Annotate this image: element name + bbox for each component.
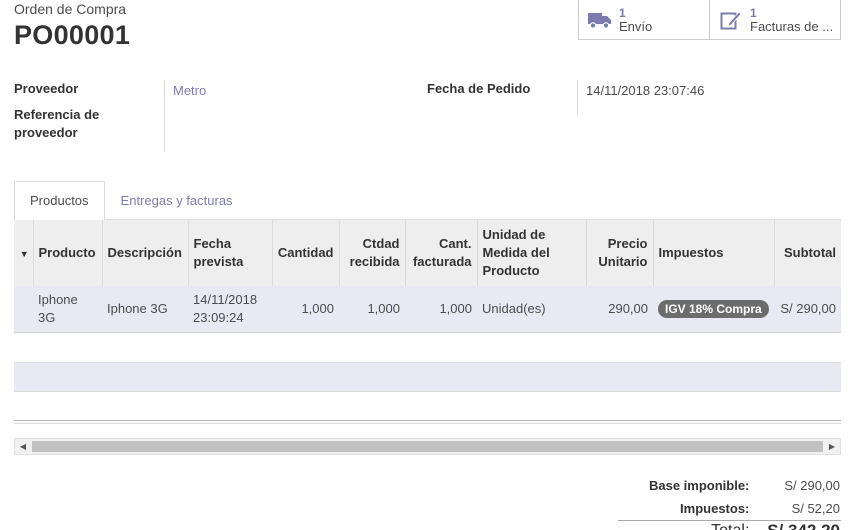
col-header-cant-facturada[interactable]: Cant. facturada xyxy=(405,220,478,286)
empty-table-row xyxy=(14,362,841,392)
base-amount-value: S/ 290,00 xyxy=(784,478,840,493)
cell-unidad-medida[interactable]: Unidad(es) xyxy=(477,286,586,333)
doc-type-label: Orden de Compra xyxy=(14,1,127,17)
tab-products[interactable]: Productos xyxy=(14,181,105,221)
base-amount-label: Base imponible: xyxy=(648,478,750,493)
collapse-column[interactable]: ▼ xyxy=(14,220,34,286)
edit-icon xyxy=(718,7,744,33)
field-divider xyxy=(577,80,578,116)
cell-producto[interactable]: Iphone 3G xyxy=(33,286,102,333)
total-amount-label: Total: xyxy=(600,519,763,530)
vendor-label: Proveedor xyxy=(14,81,79,96)
page-title: PO00001 xyxy=(14,20,131,50)
field-divider xyxy=(164,80,165,152)
col-header-subtotal[interactable]: Subtotal xyxy=(774,220,841,286)
cell-impuestos[interactable]: IGV 18% Compra xyxy=(653,286,774,333)
table-row[interactable]: Iphone 3G Iphone 3G 14/11/2018 23:09:24 … xyxy=(14,286,841,333)
col-header-impuestos[interactable]: Impuestos xyxy=(653,220,775,286)
totals-summary: Base imponible: S/ 290,00 Impuestos: S/ … xyxy=(600,474,840,520)
cell-fecha-prevista[interactable]: 14/11/2018 23:09:24 xyxy=(188,286,272,333)
col-header-descripcion[interactable]: Descripción xyxy=(102,220,189,286)
col-header-unidad-medida[interactable]: Unidad de Medida del Producto xyxy=(477,220,587,286)
total-amount-value: S/ 342,20 xyxy=(763,519,840,530)
cell-cantidad[interactable]: 1,000 xyxy=(272,286,339,333)
shipment-label: Envío xyxy=(619,19,653,34)
cell-cant-facturada[interactable]: 1,000 xyxy=(405,286,477,333)
vendor-bills-smart-button[interactable]: 1 Facturas de ... xyxy=(710,0,840,39)
notebook-tabs: Productos Entregas y facturas xyxy=(14,181,249,221)
cell-subtotal[interactable]: S/ 290,00 xyxy=(774,286,841,333)
scrollbar-thumb[interactable] xyxy=(32,441,823,452)
table-footer-divider xyxy=(14,423,841,424)
vendor-link[interactable]: Metro xyxy=(173,83,206,98)
vendor-reference-label: Referencia de proveedor xyxy=(14,107,100,140)
truck-icon xyxy=(587,7,613,33)
col-header-producto[interactable]: Producto xyxy=(33,220,103,286)
caret-down-icon[interactable]: ▼ xyxy=(20,249,29,259)
tax-badge: IGV 18% Compra xyxy=(658,299,769,318)
cell-precio-unitario[interactable]: 290,00 xyxy=(586,286,653,333)
horizontal-scrollbar[interactable]: ◀ ▶ xyxy=(14,438,841,455)
table-header-row: ▼ Producto Descripción Fecha prevista Ca… xyxy=(14,220,841,286)
order-date-label: Fecha de Pedido xyxy=(427,81,531,96)
col-header-ctdad-recibida[interactable]: Ctdad recibida xyxy=(339,220,406,286)
tax-amount-value: S/ 52,20 xyxy=(791,501,840,516)
vendor-bills-count: 1 xyxy=(750,5,757,20)
scroll-right-arrow-icon[interactable]: ▶ xyxy=(824,439,840,454)
row-spacer-cell xyxy=(14,286,33,333)
vendor-bills-label: Facturas de ... xyxy=(750,19,834,34)
col-header-precio-unitario[interactable]: Precio Unitario xyxy=(586,220,654,286)
tax-amount-label: Impuestos: xyxy=(680,501,750,516)
cell-ctdad-recibida[interactable]: 1,000 xyxy=(339,286,405,333)
base-amount-row: Base imponible: S/ 290,00 xyxy=(600,474,840,497)
col-header-fecha-prevista[interactable]: Fecha prevista xyxy=(188,220,273,286)
tab-deliveries-invoices[interactable]: Entregas y facturas xyxy=(105,181,249,221)
tax-amount-row: Impuestos: S/ 52,20 xyxy=(600,497,840,520)
col-header-cantidad[interactable]: Cantidad xyxy=(272,220,340,286)
order-date-value: 14/11/2018 23:07:46 xyxy=(586,83,705,98)
order-lines-table: ▼ Producto Descripción Fecha prevista Ca… xyxy=(14,220,841,333)
scroll-left-arrow-icon[interactable]: ◀ xyxy=(15,439,31,454)
total-amount-row: Total: S/ 342,20 xyxy=(600,519,840,530)
table-footer-divider xyxy=(14,420,841,421)
shipment-count: 1 xyxy=(619,5,626,20)
cell-descripcion[interactable]: Iphone 3G xyxy=(102,286,188,333)
smart-button-bar: 1 Envío 1 Facturas de ... xyxy=(578,0,841,40)
shipment-smart-button[interactable]: 1 Envío xyxy=(579,0,710,39)
